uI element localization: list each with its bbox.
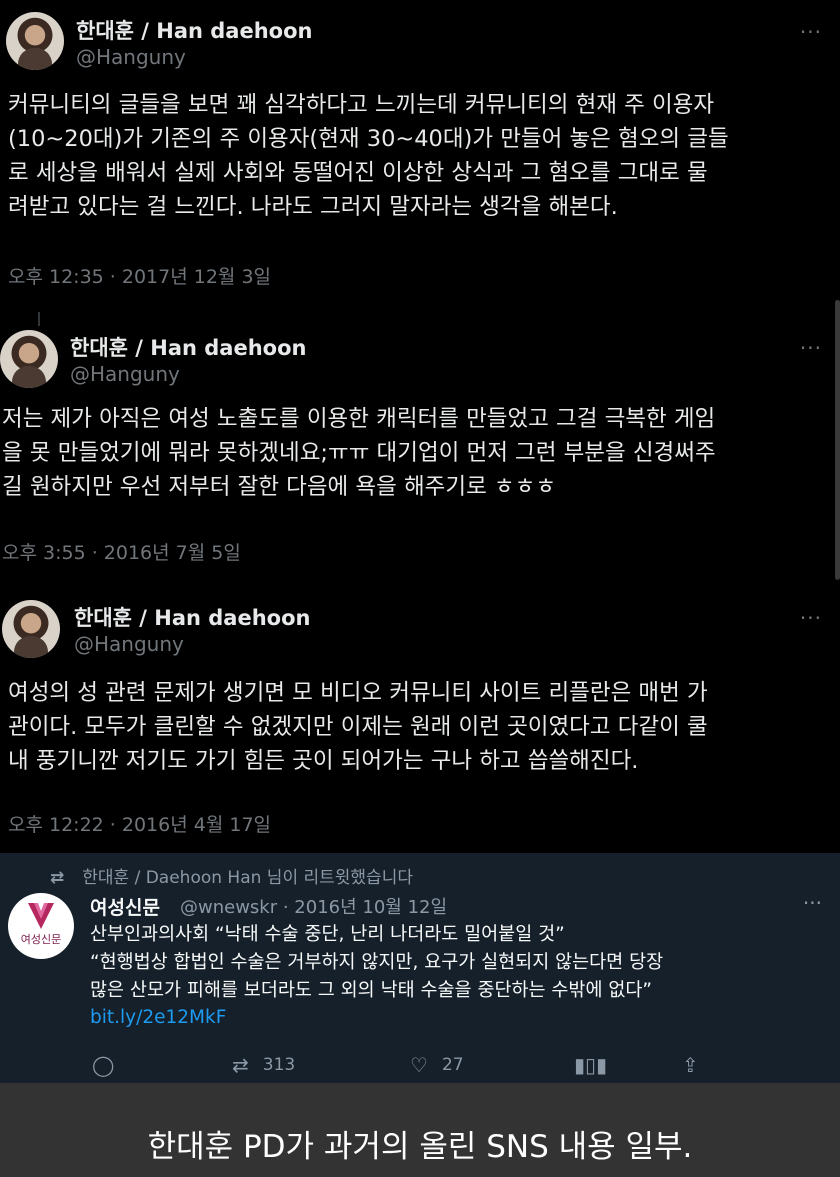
retweet-panel[interactable]: ⇄ 한대훈 / Daehoon Han 님이 리트윗했습니다 여성신문 여성신문 … [0, 853, 840, 1083]
reply-icon: ◯ [92, 1053, 115, 1077]
analytics-icon: ▮▯▮ [574, 1053, 608, 1077]
user-avatar[interactable] [6, 12, 64, 70]
tweet-timestamp[interactable]: 오후 12:35 · 2017년 12월 3일 [8, 262, 271, 289]
tweet-timestamp[interactable]: 오후 12:22 · 2016년 4월 17일 [8, 810, 271, 837]
share-icon: ⇪ [682, 1053, 699, 1077]
user-handle[interactable]: @Hanguny [74, 632, 184, 656]
more-options-icon[interactable]: ··· [800, 336, 822, 360]
user-handle[interactable]: @Hanguny [70, 362, 180, 386]
reply-button[interactable]: ◯ [92, 1053, 128, 1077]
tweet-text: 저는 제가 아직은 여성 노출도를 이용한 캐릭터를 만들었고 그걸 극복한 게… [2, 406, 716, 500]
tweet-2[interactable]: 한대훈 / Han daehoon @Hanguny ··· 저는 제가 아직은… [0, 326, 840, 588]
wnews-logo-icon [28, 903, 54, 929]
retweet-author-meta[interactable]: @wnewskr · 2016년 10월 12일 [180, 893, 447, 919]
image-caption: 한대훈 PD가 과거의 올린 SNS 내용 일부. [147, 1129, 693, 1165]
thread-connector [38, 312, 40, 326]
user-avatar[interactable] [2, 600, 60, 658]
scrollbar[interactable] [835, 300, 840, 580]
user-avatar[interactable] [0, 330, 58, 388]
tweet-text: 커뮤니티의 글들을 보면 꽤 심각하다고 느끼는데 커뮤니티의 현재 주 이용자… [8, 92, 729, 220]
retweet-link[interactable]: bit.ly/2e12MkF [90, 1007, 226, 1028]
retweet-icon: ⇄ [232, 1053, 249, 1077]
retweet-button[interactable]: ⇄ 313 [232, 1053, 295, 1077]
retweet-author-name[interactable]: 여성신문 [90, 893, 160, 920]
analytics-button[interactable]: ▮▯▮ [574, 1053, 621, 1077]
retweet-icon: ⇄ [50, 868, 65, 888]
retweet-count: 313 [262, 1055, 296, 1075]
tweet-timestamp[interactable]: 오후 3:55 · 2016년 7월 5일 [2, 538, 241, 565]
tweet-text: 여성의 성 관련 문제가 생기면 모 비디오 커뮤니티 사이트 리플란은 매번 … [8, 680, 708, 774]
more-options-icon[interactable]: ··· [803, 891, 822, 915]
user-name[interactable]: 한대훈 / Han daehoon [70, 332, 306, 362]
retweet-text: 산부인과의사회 “낙태 수술 중단, 난리 나더라도 밀어붙일 것” “현행법상… [90, 924, 664, 1001]
wnews-avatar[interactable]: 여성신문 [8, 893, 74, 959]
user-name[interactable]: 한대훈 / Han daehoon [76, 15, 312, 45]
retweet-header: ⇄ 한대훈 / Daehoon Han 님이 리트윗했습니다 [50, 863, 413, 888]
more-options-icon[interactable]: ··· [800, 606, 822, 630]
tweet-1[interactable]: 한대훈 / Han daehoon @Hanguny ··· 커뮤니티의 글들을… [0, 0, 840, 312]
retweet-header-text: 한대훈 / Daehoon Han 님이 리트윗했습니다 [82, 868, 413, 888]
like-count: 27 [441, 1055, 464, 1075]
user-handle[interactable]: @Hanguny [76, 45, 186, 69]
share-button[interactable]: ⇪ [682, 1053, 713, 1077]
user-name[interactable]: 한대훈 / Han daehoon [74, 602, 310, 632]
caption-bar: 한대훈 PD가 과거의 올린 SNS 내용 일부. [0, 1083, 840, 1177]
like-button[interactable]: ♡ 27 [410, 1053, 464, 1077]
wnews-avatar-text: 여성신문 [20, 933, 62, 946]
tweet-actions: ◯ ⇄ 313 ♡ 27 ▮▯▮ ⇪ [0, 1053, 840, 1079]
more-options-icon[interactable]: ··· [800, 20, 822, 44]
tweet-3[interactable]: 한대훈 / Han daehoon @Hanguny ··· 여성의 성 관련 … [0, 590, 840, 852]
heart-icon: ♡ [410, 1053, 428, 1077]
